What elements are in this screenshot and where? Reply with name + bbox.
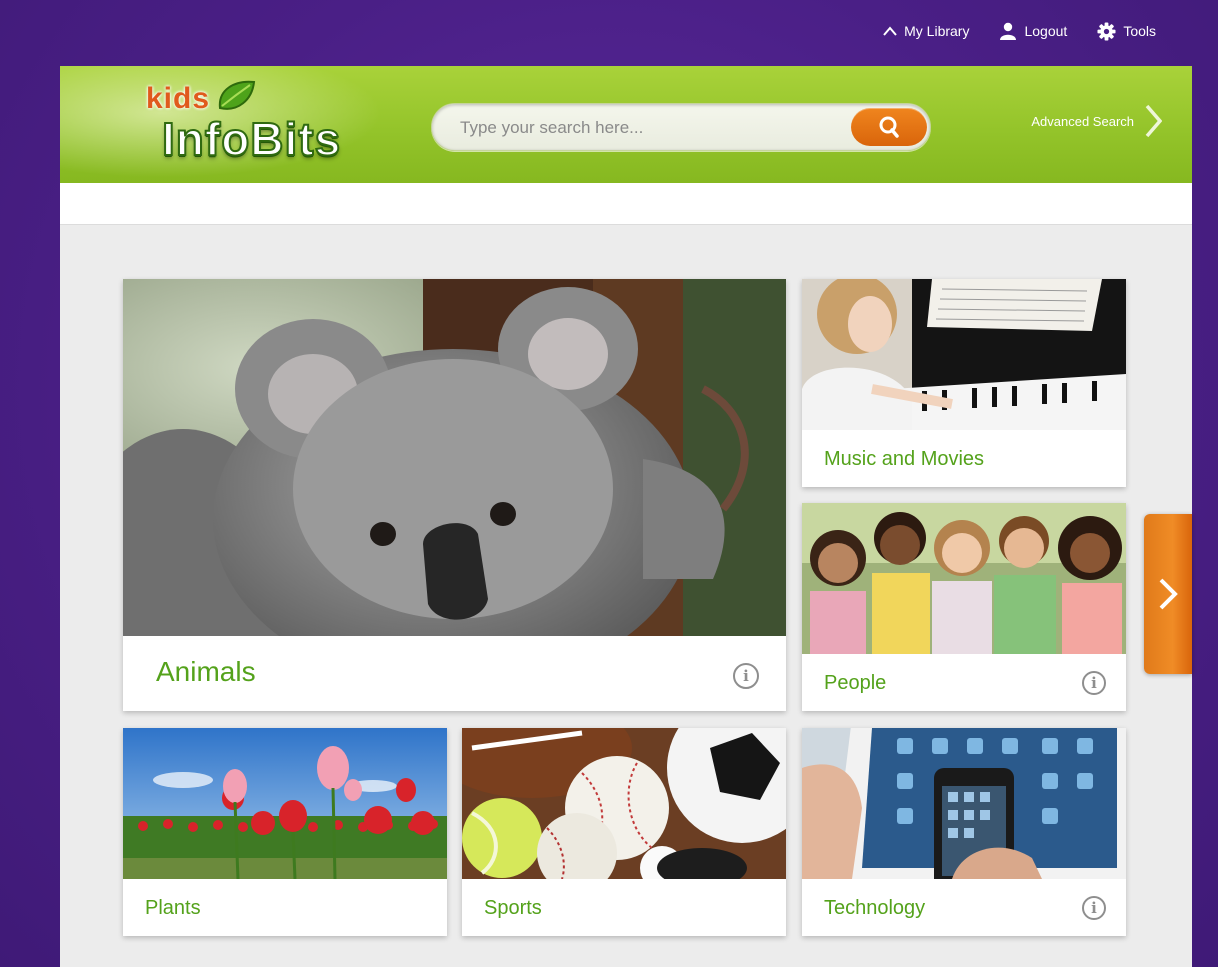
tablet-phone-photo <box>802 728 1126 879</box>
balls-photo <box>462 728 786 879</box>
info-icon[interactable]: i <box>1082 671 1106 695</box>
tile-people[interactable]: People i <box>802 503 1126 711</box>
info-icon[interactable]: i <box>1082 896 1106 920</box>
tile-label: Animals <box>156 656 256 687</box>
sub-bar <box>60 183 1192 225</box>
advanced-search-link[interactable]: Advanced Search <box>1031 104 1162 138</box>
chevron-up-icon <box>883 26 897 36</box>
logo-infobits-text: InfoBits <box>161 112 342 166</box>
site-logo[interactable]: kids InfoBits <box>142 76 372 176</box>
logout-link[interactable]: Logout <box>999 22 1067 40</box>
tile-music-and-movies[interactable]: Music and Movies <box>802 279 1126 487</box>
tile-label: Music and Movies <box>824 448 985 470</box>
tile-label: People <box>824 672 887 694</box>
search-icon <box>879 116 899 138</box>
search-bar <box>431 103 931 152</box>
tulips-photo <box>123 728 447 879</box>
tile-animals[interactable]: Animals i <box>123 279 786 711</box>
site-header: kids InfoBits Advanced Search <box>60 66 1192 183</box>
logout-label: Logout <box>1024 23 1068 39</box>
search-button[interactable] <box>851 108 927 146</box>
tools-link[interactable]: Tools <box>1097 21 1156 41</box>
gear-icon <box>1097 21 1116 41</box>
top-nav: My Library Logout Tools <box>883 14 1156 48</box>
children-photo <box>802 503 1126 654</box>
info-icon[interactable]: i <box>733 663 759 689</box>
tile-label: Technology <box>824 897 926 919</box>
my-library-label: My Library <box>904 23 970 39</box>
next-page-button[interactable] <box>1144 514 1192 674</box>
tile-sports[interactable]: Sports <box>462 728 786 936</box>
tile-technology[interactable]: Technology i <box>802 728 1126 936</box>
leaf-icon <box>218 80 256 110</box>
chevron-right-icon <box>1159 578 1178 610</box>
tile-plants[interactable]: Plants <box>123 728 447 936</box>
advanced-search-label: Advanced Search <box>1031 113 1134 129</box>
chevron-right-icon <box>1145 104 1162 138</box>
search-input[interactable] <box>458 104 842 152</box>
piano-photo <box>802 279 1126 430</box>
user-icon <box>1000 22 1017 40</box>
main-panel: kids InfoBits Advanced Search <box>60 66 1192 967</box>
koala-photo <box>123 279 786 636</box>
tools-label: Tools <box>1123 23 1156 39</box>
my-library-link[interactable]: My Library <box>883 23 969 39</box>
tile-label: Plants <box>145 897 201 919</box>
tile-label: Sports <box>484 897 542 919</box>
logo-kids-text: kids <box>146 82 211 115</box>
